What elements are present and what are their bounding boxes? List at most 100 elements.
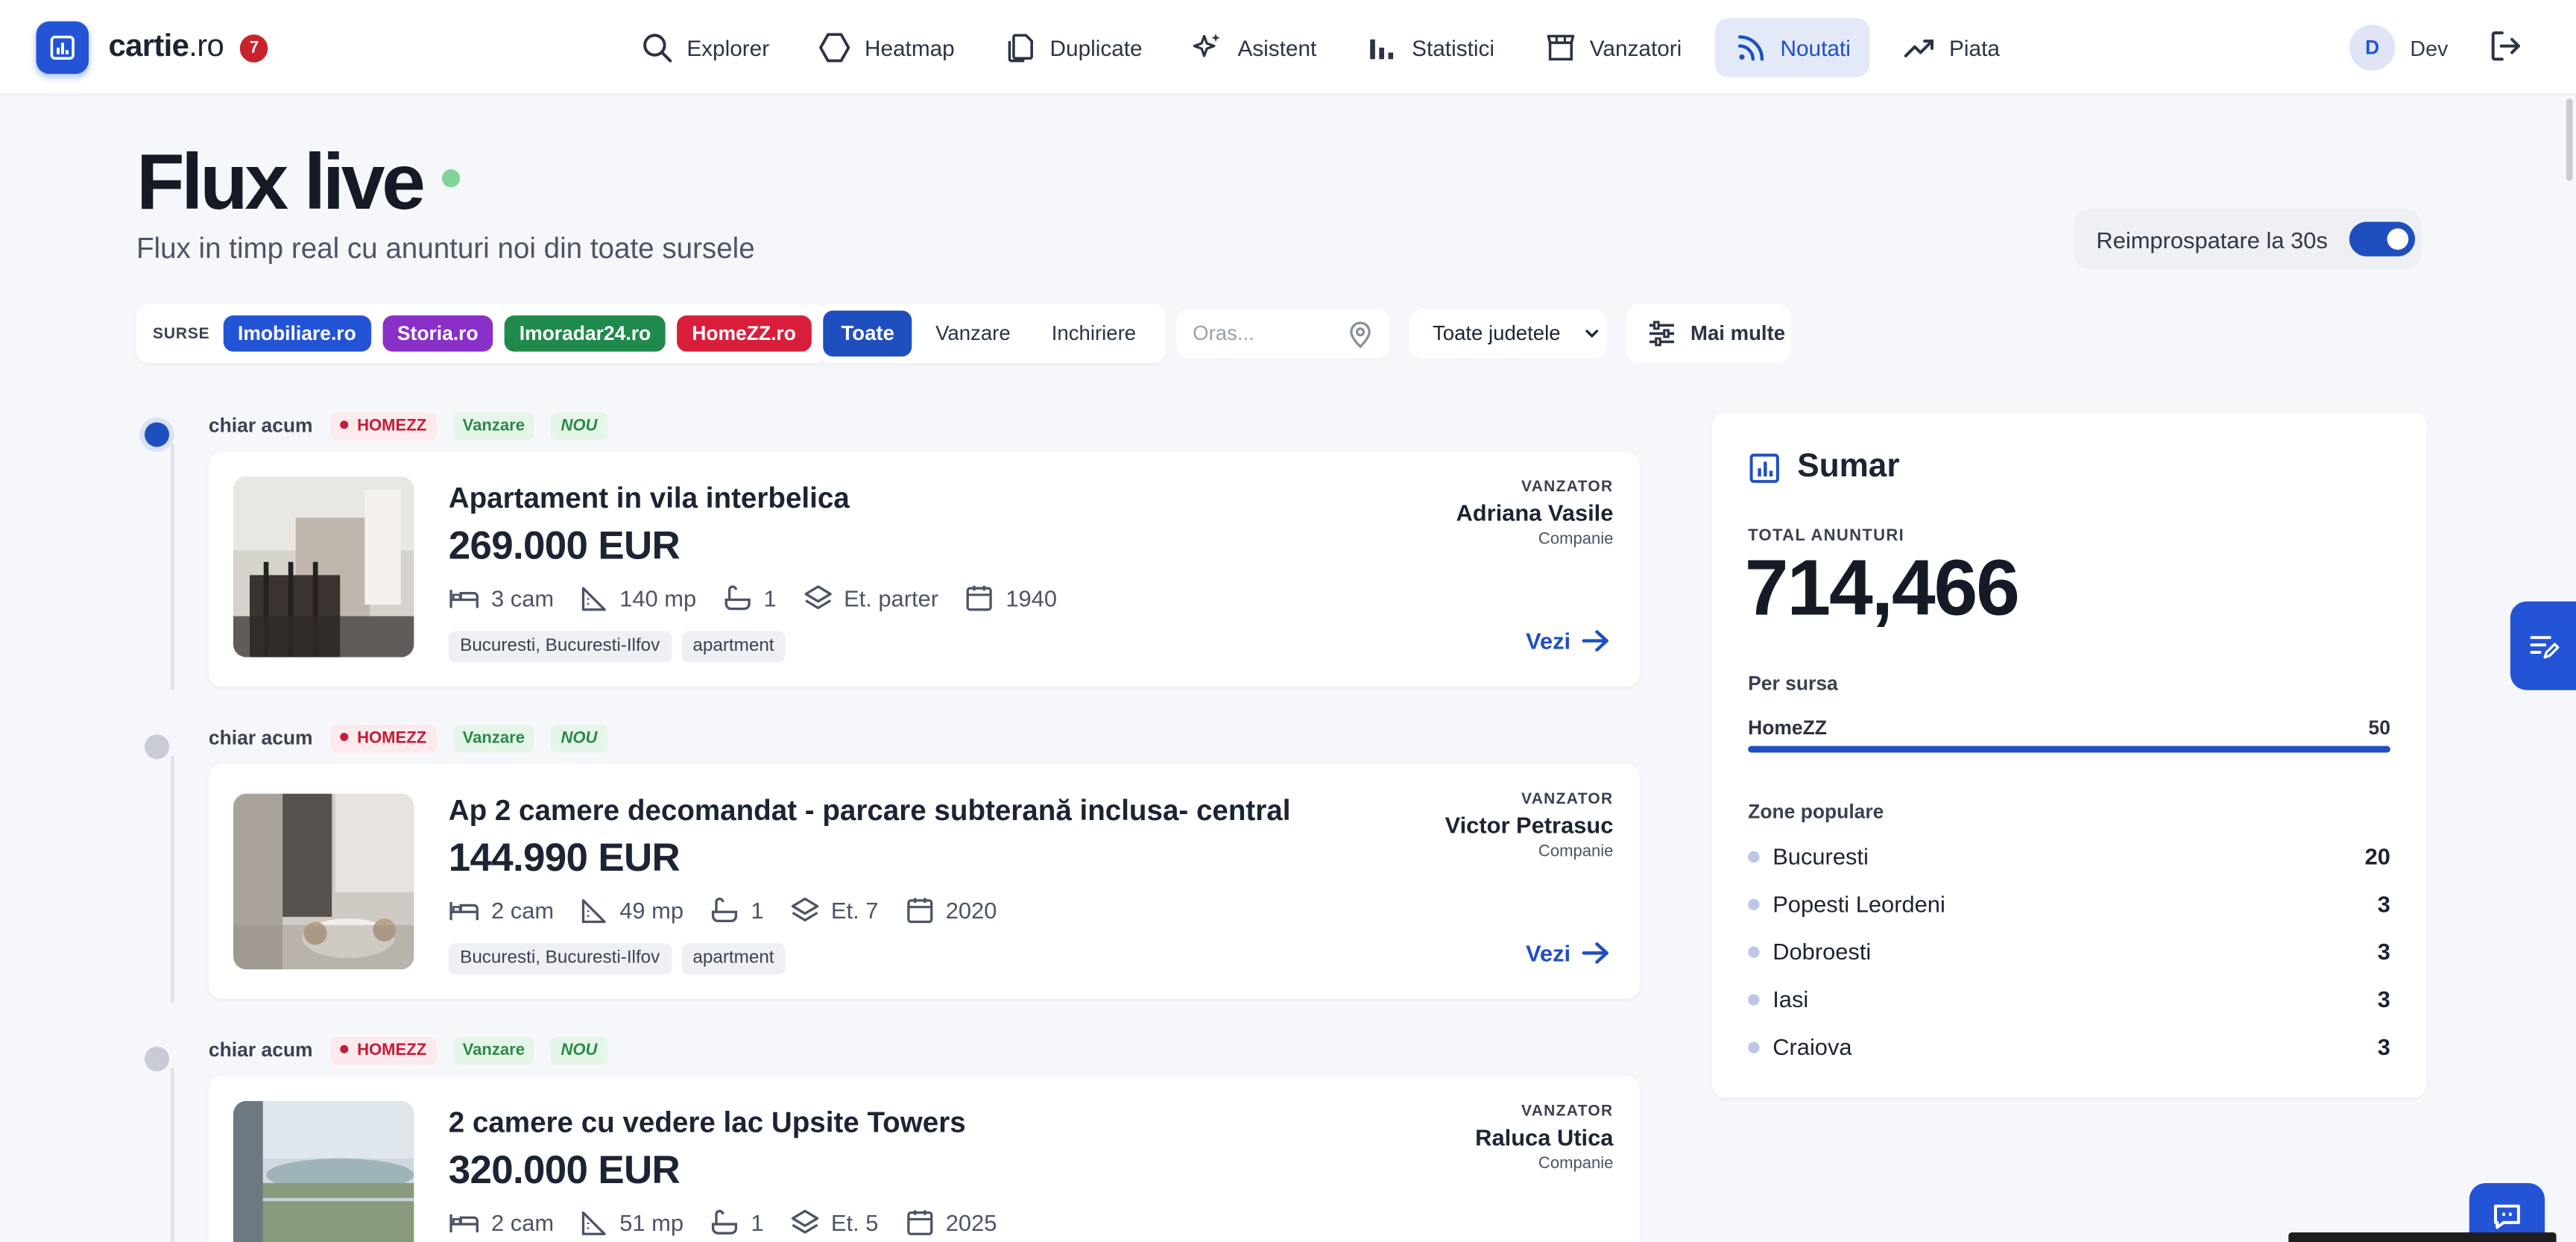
- county-select[interactable]: Toate judetele: [1409, 309, 1607, 359]
- listing-card[interactable]: 2 camere cu vedere lac Upsite Towers 320…: [208, 1076, 1640, 1242]
- listing-photo[interactable]: [233, 476, 414, 658]
- calendar-icon: [906, 898, 932, 924]
- nav-statistici[interactable]: Statistici: [1349, 18, 1511, 77]
- nav-vanzatori[interactable]: Vanzatori: [1527, 18, 1698, 77]
- auto-refresh-toggle[interactable]: [2349, 221, 2416, 256]
- calendar-icon: [967, 585, 993, 611]
- nav-piata[interactable]: Piata: [1887, 18, 2016, 77]
- auto-refresh-label: Reimprospatare la 30s: [2096, 226, 2328, 253]
- zone-row[interactable]: Bucuresti 20: [1748, 843, 2390, 869]
- more-filters-button[interactable]: Mai multe: [1626, 303, 1791, 364]
- page-title: Flux live: [136, 138, 461, 228]
- listing-title[interactable]: Ap 2 camere decomandat - parcare subtera…: [449, 794, 1291, 828]
- city-input[interactable]: [1193, 322, 1341, 345]
- zone-row[interactable]: Craiova 3: [1748, 1033, 2390, 1060]
- listing-photo[interactable]: [233, 1100, 414, 1242]
- nav-noutati[interactable]: Noutati: [1714, 18, 1871, 78]
- zone-count: 3: [2377, 986, 2390, 1012]
- nav-duplicate[interactable]: Duplicate: [988, 18, 1159, 77]
- seller-name[interactable]: Adriana Vasile: [1456, 499, 1613, 526]
- deal-type-inchiriere[interactable]: Inchiriere: [1034, 311, 1155, 357]
- view-listing-button[interactable]: Vezi: [1526, 940, 1610, 966]
- listing-card[interactable]: Ap 2 camere decomandat - parcare subtera…: [208, 763, 1640, 1000]
- seller-heading: VANZATOR: [1521, 478, 1614, 497]
- bed-icon: [449, 1214, 479, 1233]
- zone-name: Bucuresti: [1772, 842, 1869, 869]
- nav-label: Duplicate: [1049, 35, 1143, 60]
- year-spec: 2020: [905, 895, 997, 925]
- seller-info: VANZATOR Raluca Utica Companie: [1475, 1103, 1613, 1173]
- location-label: Bucuresti, Bucuresti-Ilfov: [448, 631, 672, 663]
- seller-type: Companie: [1538, 1155, 1614, 1173]
- nav-explorer[interactable]: Explorer: [625, 18, 786, 77]
- view-listing-button[interactable]: Vezi: [1526, 628, 1610, 654]
- deal-type-toate[interactable]: Toate: [823, 310, 913, 357]
- listing-labels: Bucuresti, Bucuresti-Ilfov apartment: [448, 943, 795, 975]
- listing-title[interactable]: Apartament in vila interbelica: [449, 482, 850, 516]
- layers-icon: [804, 585, 831, 610]
- bed-icon: [449, 902, 479, 921]
- summary-panel: Sumar TOTAL ANUNTURI 714,466 Per sursa H…: [1711, 412, 2427, 1098]
- listing-price: 269.000 EUR: [448, 524, 681, 569]
- sparkles-icon: [1193, 34, 1221, 57]
- nav-label: Explorer: [686, 35, 770, 60]
- nav-asistent[interactable]: Asistent: [1175, 18, 1333, 77]
- seller-name[interactable]: Raluca Utica: [1475, 1124, 1613, 1150]
- listing-title[interactable]: 2 camere cu vedere lac Upsite Towers: [449, 1106, 966, 1140]
- listing-price: 320.000 EUR: [448, 1148, 681, 1194]
- nav-label: Piata: [1949, 35, 2000, 60]
- nav-label: Asistent: [1237, 35, 1317, 60]
- nav-heatmap[interactable]: Heatmap: [802, 18, 971, 77]
- scrollbar-thumb[interactable]: [2566, 98, 2573, 181]
- source-badge: HOMEZZ: [330, 1035, 437, 1065]
- seller-name[interactable]: Victor Petrasuc: [1445, 812, 1614, 838]
- app-name: cartie.ro: [108, 29, 224, 64]
- deal-type-filter: Toate Vanzare Inchiriere: [815, 303, 1167, 364]
- source-stat-bar-fill: [1748, 745, 2390, 753]
- deal-type-vanzare[interactable]: Vanzare: [918, 311, 1029, 357]
- rooms-spec: 2 cam: [449, 1209, 554, 1235]
- seller-type: Companie: [1538, 530, 1614, 549]
- ruler-icon: [582, 898, 607, 923]
- arrow-right-icon: [1582, 942, 1609, 964]
- per-source-heading: Per sursa: [1748, 672, 1838, 696]
- listing-photo[interactable]: [233, 793, 414, 970]
- area-spec: 51 mp: [580, 1208, 684, 1236]
- ruler-icon: [582, 1210, 607, 1235]
- notes-side-button[interactable]: [2510, 601, 2576, 690]
- deal-badge: Vanzare: [452, 1035, 535, 1065]
- user-menu[interactable]: D Dev: [2349, 25, 2448, 71]
- zone-row[interactable]: Popesti Leordeni 3: [1748, 891, 2390, 917]
- auto-refresh-control: Reimprospatare la 30s: [2073, 208, 2422, 270]
- source-chip-storia[interactable]: Storia.ro: [382, 315, 493, 352]
- floor-spec: Et. 5: [790, 1208, 878, 1238]
- source-chip-imoradar24[interactable]: Imoradar24.ro: [504, 315, 666, 352]
- timestamp: chiar acum: [208, 726, 313, 750]
- rooms-spec: 2 cam: [449, 897, 554, 924]
- chevron-down-icon: [1585, 329, 1599, 338]
- floor-spec: Et. parter: [803, 583, 938, 613]
- listing-card[interactable]: Apartament in vila interbelica 269.000 E…: [208, 452, 1640, 687]
- year-spec: 2025: [905, 1208, 997, 1238]
- zone-count: 3: [2377, 1033, 2390, 1060]
- calendar-icon: [906, 1210, 932, 1235]
- nav-label: Noutati: [1780, 35, 1851, 60]
- source-chip-imobiliare[interactable]: Imobiliare.ro: [223, 315, 371, 352]
- top-navbar: cartie.ro 7 Explorer Heatmap Duplicate A…: [0, 0, 2576, 95]
- bath-spec: 1: [710, 895, 764, 925]
- more-filters-label: Mai multe: [1690, 322, 1786, 345]
- timeline-dot: [144, 1047, 170, 1072]
- source-badge: HOMEZZ: [330, 723, 437, 752]
- notification-badge[interactable]: 7: [240, 34, 268, 62]
- rooms-spec: 3 cam: [449, 585, 554, 611]
- sliders-icon: [1649, 321, 1674, 347]
- listing-specs: 2 cam 51 mp 1 Et. 5 2025: [449, 1208, 1023, 1238]
- brand[interactable]: cartie.ro 7: [36, 21, 268, 75]
- bar-chart-icon: [1371, 39, 1394, 60]
- zone-row[interactable]: Iasi 3: [1748, 986, 2390, 1012]
- deal-badge: Vanzare: [452, 723, 535, 752]
- source-chip-homezz[interactable]: HomeZZ.ro: [677, 315, 811, 352]
- logout-button[interactable]: [2487, 28, 2523, 72]
- zone-row[interactable]: Dobroesti 3: [1748, 939, 2390, 965]
- source-stat-bar: [1748, 745, 2390, 753]
